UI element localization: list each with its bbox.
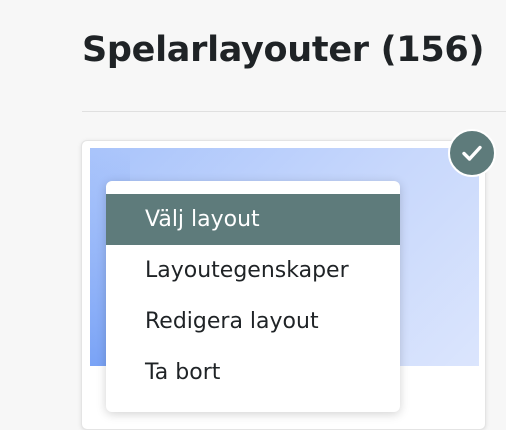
menu-item-edit-layout[interactable]: Redigera layout — [106, 296, 400, 347]
page-title: Spelarlayouter (156) — [82, 30, 485, 70]
check-icon — [462, 145, 482, 161]
context-menu: Välj layout Layoutegenskaper Redigera la… — [106, 181, 400, 412]
menu-item-layout-properties[interactable]: Layoutegenskaper — [106, 245, 400, 296]
menu-item-select-layout[interactable]: Välj layout — [106, 194, 400, 245]
header-divider — [82, 111, 506, 112]
page: Spelarlayouter (156) Välj layout Layoute… — [0, 0, 506, 430]
selected-check-button[interactable] — [448, 129, 496, 177]
menu-item-delete[interactable]: Ta bort — [106, 347, 400, 398]
